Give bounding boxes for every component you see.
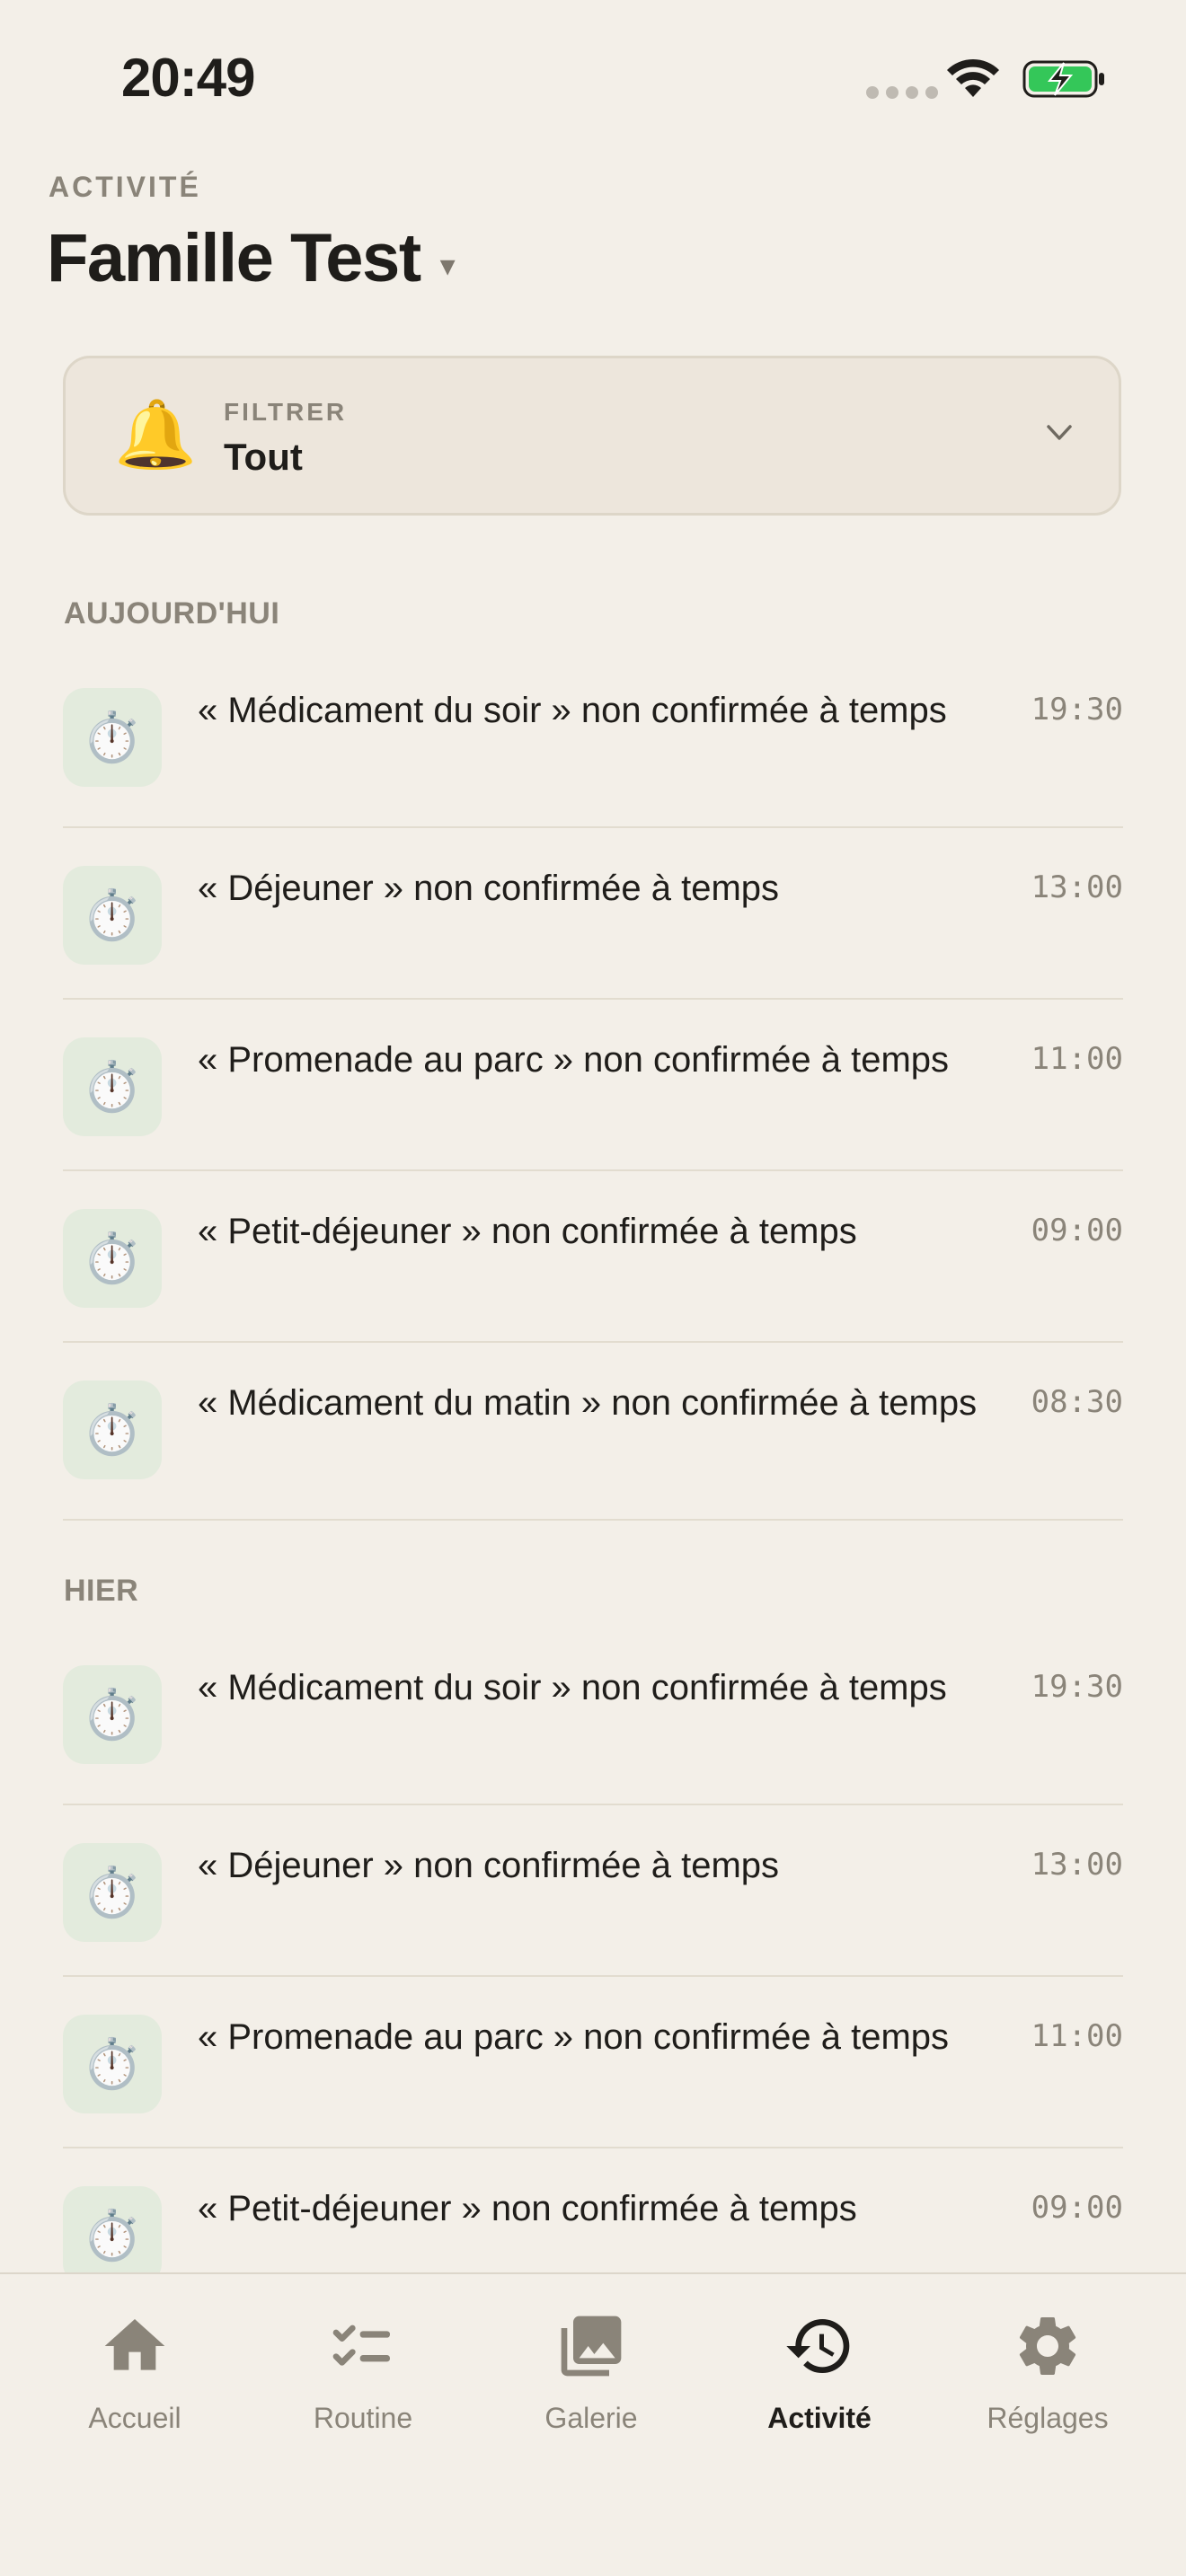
stopwatch-icon: ⏱️ <box>63 866 162 965</box>
activity-time: 13:00 <box>1031 869 1123 905</box>
chevron-down-icon <box>1047 425 1072 440</box>
filter-value: Tout <box>224 436 303 478</box>
activity-time: 13:00 <box>1031 1847 1123 1883</box>
activity-time: 19:30 <box>1031 692 1123 728</box>
divider <box>63 1519 1123 1521</box>
checklist-icon <box>332 2325 390 2366</box>
wifi-icon <box>947 58 999 97</box>
stopwatch-icon: ⏱️ <box>63 2015 162 2113</box>
home-icon <box>104 2319 165 2370</box>
history-icon <box>786 2319 850 2373</box>
activity-text: « Petit-déjeuner » non confirmée à temps <box>198 2189 857 2228</box>
divider <box>63 998 1123 1000</box>
stopwatch-icon: ⏱️ <box>63 1381 162 1479</box>
tab-label: Routine <box>313 2402 413 2434</box>
stopwatch-icon: ⏱️ <box>63 1209 162 1308</box>
tab-label: Accueil <box>88 2402 181 2434</box>
divider <box>63 1169 1123 1171</box>
section-header-today: AUJOURD'HUI <box>64 596 280 631</box>
gallery-icon <box>561 2316 622 2377</box>
tab-activite[interactable]: Activité <box>730 2310 909 2435</box>
filter-label: FILTRER <box>224 398 348 426</box>
divider <box>63 826 1123 828</box>
activity-text: « Déjeuner » non confirmée à temps <box>198 869 780 908</box>
activity-text: « Promenade au parc » non confirmée à te… <box>198 1040 950 1080</box>
activity-time: 11:00 <box>1031 2018 1123 2054</box>
tab-routine[interactable]: Routine <box>273 2310 453 2435</box>
activity-text: « Médicament du soir » non confirmée à t… <box>198 691 947 730</box>
activity-time: 19:30 <box>1031 1669 1123 1705</box>
activity-text: « Médicament du matin » non confirmée à … <box>198 1383 978 1423</box>
tab-label: Galerie <box>544 2402 638 2434</box>
tab-bar: Accueil Routine Galerie Activité Réglage… <box>0 2272 1186 2576</box>
stopwatch-icon: ⏱️ <box>63 688 162 787</box>
activity-time: 08:30 <box>1031 1384 1123 1420</box>
activity-text: « Petit-déjeuner » non confirmée à temps <box>198 1212 857 1251</box>
tab-reglages[interactable]: Réglages <box>958 2310 1137 2435</box>
activity-time: 09:00 <box>1031 1213 1123 1248</box>
bell-icon: 🔔 <box>114 397 198 472</box>
tab-galerie[interactable]: Galerie <box>501 2310 681 2435</box>
stopwatch-icon: ⏱️ <box>63 1665 162 1764</box>
stopwatch-icon: ⏱️ <box>63 1037 162 1136</box>
tab-label: Activité <box>767 2402 872 2434</box>
section-header-yesterday: HIER <box>64 1574 139 1608</box>
divider <box>63 1975 1123 1977</box>
stopwatch-icon: ⏱️ <box>63 1843 162 1942</box>
divider <box>63 1341 1123 1343</box>
family-selector[interactable]: Famille Test ▾ <box>47 219 456 297</box>
divider <box>63 2147 1123 2148</box>
activity-time: 11:00 <box>1031 1041 1123 1077</box>
activity-text: « Déjeuner » non confirmée à temps <box>198 1846 780 1885</box>
activity-time: 09:00 <box>1031 2190 1123 2226</box>
tab-label: Réglages <box>987 2402 1109 2434</box>
activity-text: « Promenade au parc » non confirmée à te… <box>198 2017 950 2057</box>
status-bar: 20:49 <box>0 0 1186 153</box>
dropdown-caret-icon[interactable]: ▾ <box>440 248 456 284</box>
tab-accueil[interactable]: Accueil <box>45 2310 225 2435</box>
divider <box>63 1804 1123 1805</box>
activity-text: « Médicament du soir » non confirmée à t… <box>198 1668 947 1707</box>
cellular-signal-icon <box>866 86 938 99</box>
page-eyebrow: ACTIVITÉ <box>49 171 201 203</box>
battery-charging-icon <box>1022 60 1104 98</box>
stopwatch-icon: ⏱️ <box>63 2186 162 2285</box>
status-time: 20:49 <box>121 48 255 108</box>
page-title[interactable]: Famille Test <box>47 219 421 297</box>
gear-icon <box>1019 2317 1076 2375</box>
filter-dropdown[interactable]: 🔔 FILTRER Tout <box>63 356 1121 516</box>
